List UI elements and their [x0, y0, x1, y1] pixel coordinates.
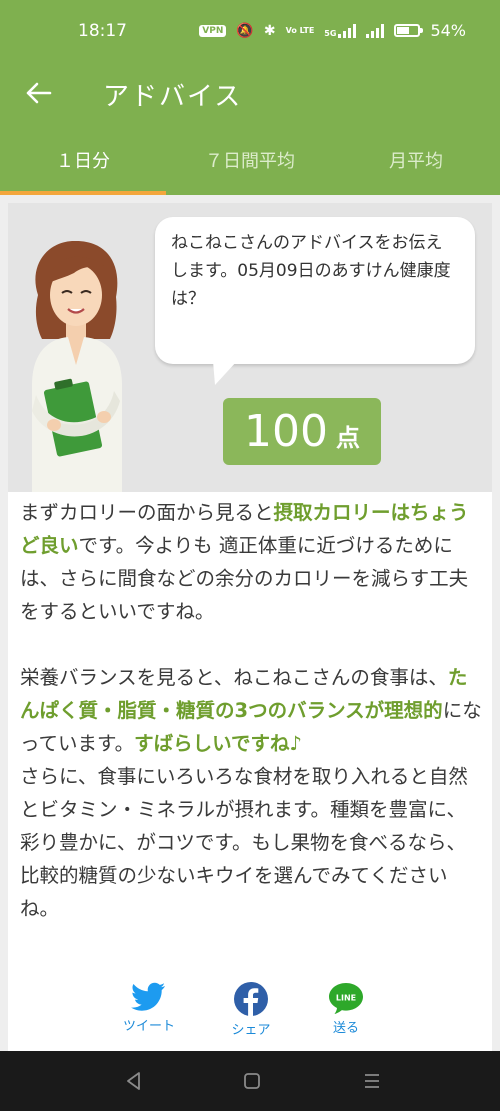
tab-monthly-average[interactable]: 月平均: [333, 124, 499, 195]
advice-text-segment: さらに、食事にいろいろな食材を取り入れると自然とビタミン・ミネラルが摂れます。種…: [20, 765, 468, 920]
status-time: 18:17: [78, 21, 127, 41]
signal-bars-icon: [366, 23, 385, 38]
status-bar: 18:17 VPN 🔕 ✱ Vo LTE 5G 54%: [0, 0, 500, 62]
advisor-illustration: [32, 240, 122, 492]
line-send-label: 送る: [332, 1021, 359, 1036]
signal-5g-icon: 5G: [324, 23, 357, 38]
battery-percent: 54%: [430, 21, 466, 40]
signal-bars-icon: [338, 23, 357, 38]
tab-daily[interactable]: １日分: [0, 124, 166, 195]
advice-text-segment: まずカロリーの面から見ると: [20, 501, 274, 524]
line-logo-text: LINE: [336, 994, 356, 1003]
advice-card: ねこねこさんのアドバイスをお伝えします。05月09日のあすけん健康度は？ 100…: [8, 203, 492, 1051]
score-unit: 点: [335, 424, 360, 452]
share-row: ツイート シェア LINE 送る: [8, 981, 492, 1041]
app-bar: アドバイス: [0, 62, 500, 124]
line-send-button[interactable]: LINE 送る: [311, 981, 381, 1036]
advisor-hero: ねこねこさんのアドバイスをお伝えします。05月09日のあすけん健康度は？ 100…: [8, 203, 492, 492]
score-value: 100: [244, 406, 328, 457]
advice-speech-bubble: ねこねこさんのアドバイスをお伝えします。05月09日のあすけん健康度は？: [155, 217, 475, 364]
advice-text: まずカロリーの面から見ると摂取カロリーはちょうど良いです。今よりも 適正体重に近…: [20, 496, 482, 925]
nav-menu-icon[interactable]: [356, 1065, 388, 1097]
advice-paragraph-balance: 栄養バランスを見ると、ねこねこさんの食事は、たんぱく質・脂質・糖質の3つのバラン…: [20, 661, 482, 760]
network-type-label: 5G: [324, 28, 337, 38]
content-area[interactable]: ねこねこさんのアドバイスをお伝えします。05月09日のあすけん健康度は？ 100…: [0, 195, 500, 1051]
vpn-icon: VPN: [199, 24, 227, 37]
twitter-bird-icon: [131, 982, 165, 1011]
arrow-left-icon[interactable]: [20, 74, 58, 112]
tab-7day-average[interactable]: ７日間平均: [167, 124, 333, 195]
bluetooth-icon: ✱: [263, 22, 276, 39]
advice-paragraph-calorie: まずカロリーの面から見ると摂取カロリーはちょうど良いです。今よりも 適正体重に近…: [20, 496, 482, 628]
tab-bar: １日分 ７日間平均 月平均: [0, 124, 500, 195]
battery-icon: [394, 24, 424, 37]
facebook-share-label: シェア: [231, 1023, 271, 1038]
system-nav-bar: [0, 1051, 500, 1111]
mute-icon: 🔕: [236, 22, 254, 39]
tweet-button[interactable]: ツイート: [114, 981, 184, 1034]
page-title: アドバイス: [103, 82, 243, 112]
status-icons: VPN 🔕 ✱ Vo LTE 5G 54%: [199, 21, 466, 40]
facebook-icon: [234, 982, 268, 1017]
facebook-share-button[interactable]: シェア: [216, 981, 286, 1038]
advice-paragraph-variety: さらに、食事にいろいろな食材を取り入れると自然とビタミン・ミネラルが摂れます。種…: [20, 760, 482, 925]
volte-icon: Vo LTE: [285, 25, 315, 35]
speech-bubble-tail: [213, 361, 237, 385]
advice-text-segment: です。今よりも 適正体重に近づけるためには、さらに間食などの余分のカロリーを減ら…: [20, 534, 469, 623]
advice-highlight: すばらしいですね♪: [134, 732, 302, 755]
bubble-text: ねこねこさんのアドバイスをお伝えします。05月09日のあすけん健康度は？: [171, 233, 451, 309]
tweet-label: ツイート: [122, 1019, 175, 1034]
nav-home-icon[interactable]: [236, 1065, 268, 1097]
line-icon: LINE: [329, 983, 363, 1014]
advice-text-segment: 栄養バランスを見ると、ねこねこさんの食事は、: [20, 666, 448, 689]
health-score-badge: 100 点: [223, 398, 381, 465]
nav-back-icon[interactable]: [118, 1065, 150, 1097]
